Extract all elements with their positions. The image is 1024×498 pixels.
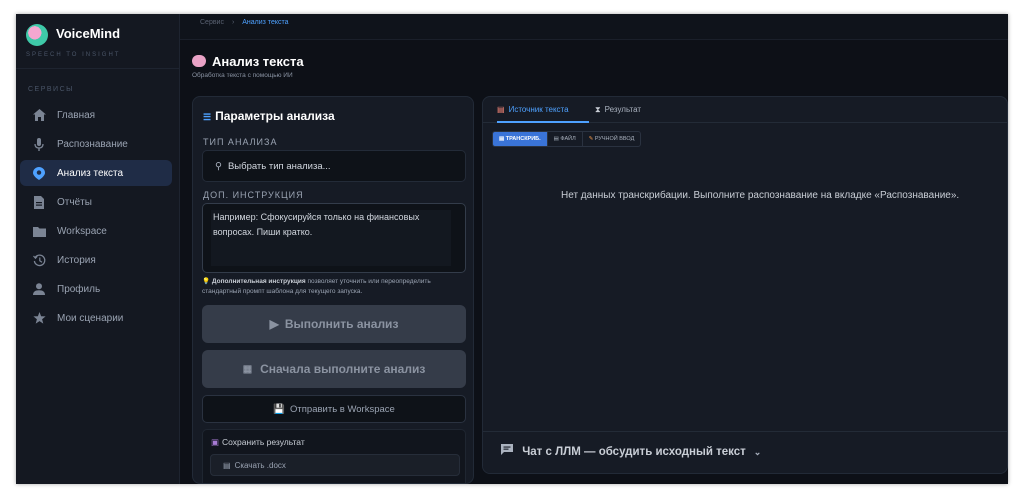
logo-icon [26, 24, 48, 46]
instruction-placeholder: Например: Сфокусируйся только на финансо… [213, 212, 420, 237]
sidebar-item-workspace[interactable]: Workspace [20, 218, 172, 244]
chat-label: Чат с ЛЛМ — обсудить исходный текст ⌄ [501, 444, 761, 458]
source-tabs: ▤ Источник текста ⧗ Результат [483, 97, 1007, 123]
sidebar-item-recognition[interactable]: Распознавание [20, 131, 172, 157]
run-analysis-button[interactable]: ▶ Выполнить анализ [202, 305, 466, 343]
divider [16, 68, 180, 69]
send-workspace-label: Отправить в Workspace [290, 403, 395, 415]
brain-icon [32, 166, 46, 180]
breadcrumb-parent[interactable]: Сервис [200, 19, 224, 26]
sidebar-item-label: Отчёты [57, 196, 92, 208]
source-subtabs: ▤ ТРАНСКРИБ. ▤ ФАЙЛ ✎ РУЧНОЙ ВВОД [492, 131, 642, 147]
history-icon [32, 253, 46, 267]
page-title: Анализ текста [212, 54, 304, 69]
sidebar-item-reports[interactable]: Отчёты [20, 189, 172, 215]
document-icon: ▤ [497, 105, 505, 114]
run-analysis-label: Выполнить анализ [284, 317, 399, 331]
folder-icon [32, 224, 46, 238]
analysis-type-select[interactable]: ⚲ Выбрать тип анализа... [202, 150, 466, 182]
panel-title-text: Параметры анализа [215, 109, 335, 123]
play-icon: ▶ [269, 317, 279, 331]
brain-emoji-icon [192, 55, 206, 67]
page-subtitle: Обработка текста с помощью ИИ [192, 72, 293, 79]
llm-chat-toggle[interactable]: Чат с ЛЛМ — обсудить исходный текст ⌄ [483, 431, 1007, 473]
subtab-file[interactable]: ▤ ФАЙЛ [548, 132, 583, 146]
hint-bold: Дополнительная инструкция [211, 278, 306, 285]
subtab-manual-input[interactable]: ✎ РУЧНОЙ ВВОД [583, 132, 641, 146]
hourglass-icon: ⧗ [595, 105, 601, 114]
tab-label: Источник текста [508, 105, 569, 114]
sidebar-item-label: Главная [57, 109, 96, 121]
chat-icon [501, 444, 516, 458]
bulb-icon: 💡 [202, 278, 211, 285]
sidebar-item-home[interactable]: Главная [20, 102, 172, 128]
top-bar: Сервис › Анализ текста [180, 14, 1008, 40]
user-icon [32, 282, 46, 296]
tab-result[interactable]: ⧗ Результат [595, 97, 641, 123]
sidebar-item-label: Распознавание [57, 138, 128, 150]
document-icon: ▤ [499, 136, 505, 142]
sidebar-nav: Главная Распознавание Анализ текста Отчё… [20, 102, 172, 334]
search-icon: ⚲ [215, 161, 222, 172]
analysis-type-placeholder: Выбрать тип анализа... [227, 161, 331, 172]
breadcrumb-separator: › [231, 19, 235, 26]
instruction-label: ДОП. ИНСТРУКЦИЯ [203, 190, 304, 200]
sidebar-item-my-scenarios[interactable]: Мои сценарии [20, 305, 172, 331]
document-icon [32, 195, 46, 209]
save-result-box: ▣ Сохранить результат ▤ Скачать .docx [202, 429, 466, 483]
subtab-label: ФАЙЛ [560, 136, 576, 142]
tab-label: Результат [604, 105, 642, 114]
download-docx-button[interactable]: ▤ Скачать .docx [210, 454, 460, 476]
chat-label-text: Чат с ЛЛМ — обсудить исходный текст [522, 446, 746, 458]
tab-source-text[interactable]: ▤ Источник текста [497, 97, 589, 123]
sidebar-item-profile[interactable]: Профиль [20, 276, 172, 302]
app-window: VoiceMind SPEECH TO INSIGHT СЕРВИСЫ Глав… [16, 14, 1008, 484]
breadcrumb: Сервис › Анализ текста [200, 19, 289, 26]
home-icon [32, 108, 46, 122]
source-panel: ▤ Источник текста ⧗ Результат ▤ ТРАНСКРИБ.… [482, 96, 1008, 474]
subtab-label: ТРАНСКРИБ. [505, 136, 541, 142]
star-icon [32, 311, 46, 325]
app-tagline: SPEECH TO INSIGHT [26, 52, 121, 58]
instruction-hint: 💡 Дополнительная инструкция позволяет ут… [202, 277, 468, 297]
subtab-label: РУЧНОЙ ВВОД [594, 136, 635, 142]
send-to-workspace-button[interactable]: 💾 Отправить в Workspace [202, 395, 466, 423]
download-docx-label: Скачать .docx [234, 461, 286, 470]
save-icon: 💾 [273, 403, 286, 415]
first-run-button[interactable]: ▦ Сначала выполните анализ [202, 350, 466, 388]
pencil-icon: ✎ [588, 136, 594, 142]
save-result-title: ▣ Сохранить результат [211, 437, 305, 448]
file-icon: ▤ [553, 136, 559, 142]
sidebar-item-label: Анализ текста [57, 167, 124, 179]
sliders-icon: ☰ [203, 112, 212, 122]
floppy-icon: ▣ [211, 437, 220, 447]
sidebar-item-label: Мои сценарии [57, 312, 124, 324]
sidebar-section-label: СЕРВИСЫ [28, 86, 74, 93]
instruction-textarea[interactable]: Например: Сфокусируйся только на финансо… [202, 203, 466, 273]
save-title-text: Сохранить результат [222, 437, 305, 447]
app-name: VoiceMind [56, 26, 121, 41]
sidebar-item-label: История [57, 254, 96, 266]
sidebar: VoiceMind SPEECH TO INSIGHT СЕРВИСЫ Глав… [16, 14, 180, 484]
file-icon: ▤ [223, 461, 231, 470]
chart-icon: ▦ [242, 363, 253, 375]
sidebar-item-label: Профиль [57, 283, 101, 295]
sidebar-item-text-analysis[interactable]: Анализ текста [20, 160, 172, 186]
microphone-icon [32, 137, 46, 151]
sidebar-item-label: Workspace [57, 225, 107, 237]
analysis-type-label: ТИП АНАЛИЗА [203, 137, 278, 147]
breadcrumb-current: Анализ текста [242, 19, 289, 26]
empty-state-message: Нет данных транскрибации. Выполните расп… [561, 190, 960, 201]
subtab-transcription[interactable]: ▤ ТРАНСКРИБ. [493, 132, 548, 146]
chevron-down-icon: ⌄ [753, 447, 762, 457]
first-run-label: Сначала выполните анализ [260, 362, 426, 376]
sidebar-item-history[interactable]: История [20, 247, 172, 273]
panel-title: ☰ Параметры анализа [203, 109, 335, 123]
analysis-params-panel: ☰ Параметры анализа ТИП АНАЛИЗА ⚲ Выбрать … [192, 96, 474, 484]
